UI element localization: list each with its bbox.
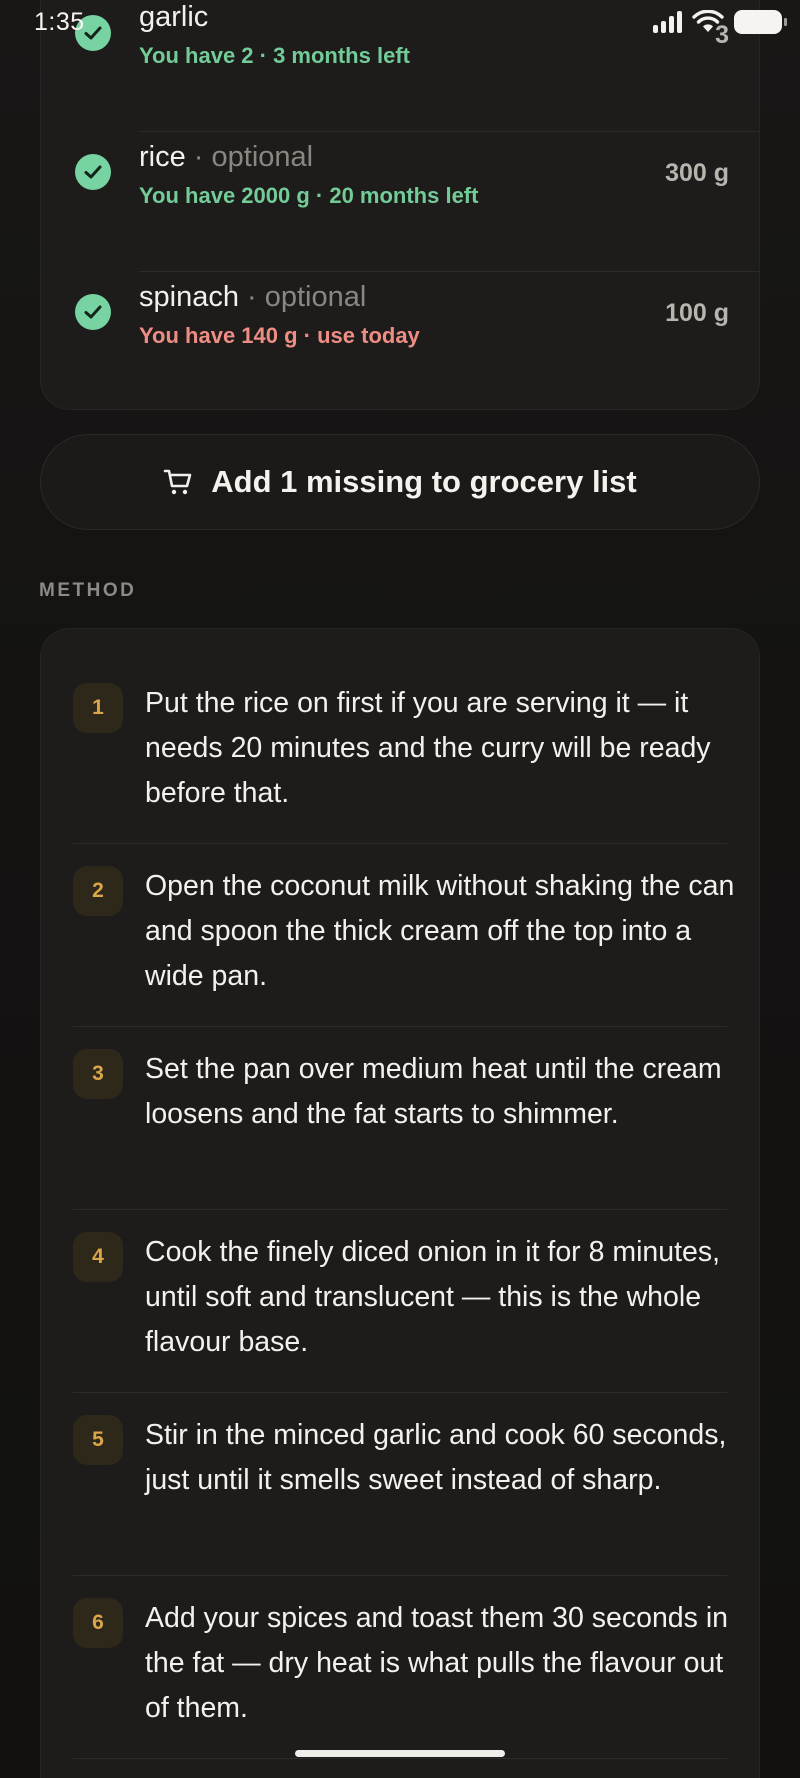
method-card: 1 Put the rice on first if you are servi… <box>40 628 760 1778</box>
step-text: Put the rice on first if you are serving… <box>145 687 711 809</box>
ingredient-quantity: 300 g <box>665 159 729 187</box>
method-step: 1 Put the rice on first if you are servi… <box>41 629 761 812</box>
divider <box>73 1758 727 1759</box>
home-indicator[interactable] <box>295 1750 505 1757</box>
status-time: 1:35 <box>34 7 85 36</box>
step-number: 3 <box>73 1049 123 1099</box>
signal-icon <box>653 11 682 33</box>
step-text: Stir in the minced garlic and cook 60 se… <box>145 1419 727 1496</box>
grocery-button-label: Add 1 missing to grocery list <box>211 464 637 499</box>
ingredient-name: spinach <box>139 281 239 313</box>
wifi-icon <box>692 10 724 32</box>
method-step: 3 Set the pan over medium heat until the… <box>41 995 761 1178</box>
ingredient-row[interactable]: rice · optional You have 2000 g · 20 mon… <box>41 141 761 281</box>
ingredient-status: You have 140 g · use today <box>139 323 420 348</box>
step-text: Add your spices and toast them 30 second… <box>145 1602 729 1724</box>
step-number: 1 <box>73 683 123 733</box>
divider <box>139 131 759 132</box>
step-number: 5 <box>73 1415 123 1465</box>
optional-label: · optional <box>238 281 367 313</box>
step-text: Cook the finely diced onion in it for 8 … <box>145 1236 721 1358</box>
method-heading: METHOD <box>39 580 137 601</box>
check-icon <box>75 294 111 330</box>
optional-label: · optional <box>185 141 314 173</box>
method-step: 4 Cook the finely diced onion in it for … <box>41 1178 761 1361</box>
step-text: Open the coconut milk without shaking th… <box>145 870 735 992</box>
ingredient-row[interactable]: spinach · optional You have 140 g · use … <box>41 281 761 421</box>
ingredient-status: You have 2 · 3 months left <box>139 43 410 68</box>
method-step: 2 Open the coconut milk without shaking … <box>41 812 761 995</box>
cart-icon <box>163 469 192 495</box>
ingredient-name: rice <box>139 141 186 173</box>
ingredient-name-line: spinach · optional <box>139 281 366 314</box>
battery-icon <box>734 10 787 34</box>
status-icons <box>653 10 787 34</box>
step-text: Set the pan over medium heat until the c… <box>145 1053 722 1130</box>
method-step: 6 Add your spices and toast them 30 seco… <box>41 1544 761 1727</box>
ingredient-name-line: rice · optional <box>139 141 313 174</box>
add-to-grocery-list-button[interactable]: Add 1 missing to grocery list <box>40 434 760 530</box>
ingredients-card: garlic You have 2 · 3 months left 3 rice… <box>40 0 760 410</box>
step-number: 2 <box>73 866 123 916</box>
divider <box>139 271 759 272</box>
check-icon <box>75 154 111 190</box>
ingredient-status: You have 2000 g · 20 months left <box>139 183 479 208</box>
step-number: 4 <box>73 1232 123 1282</box>
status-bar: 1:35 <box>0 0 800 44</box>
ingredient-quantity: 100 g <box>665 299 729 327</box>
method-step: 5 Stir in the minced garlic and cook 60 … <box>41 1361 761 1544</box>
step-number: 6 <box>73 1598 123 1648</box>
